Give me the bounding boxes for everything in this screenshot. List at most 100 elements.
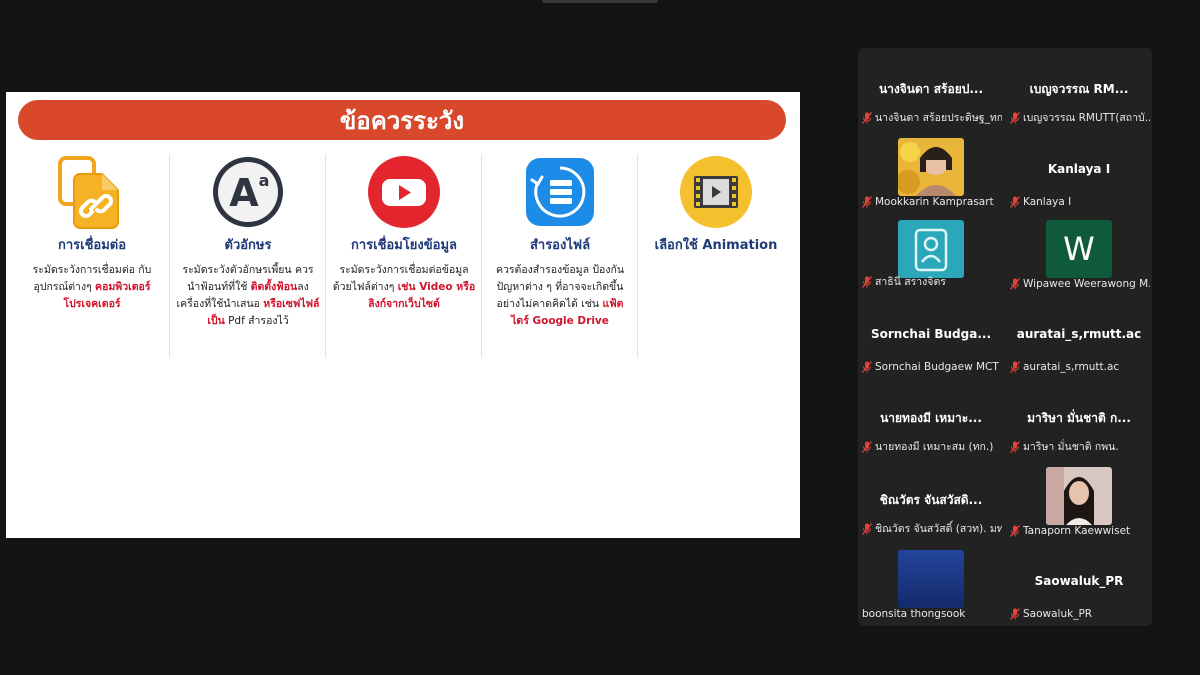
participant-name: Kanlaya I xyxy=(1023,196,1072,208)
participant-name: Wipawee Weerawong M... xyxy=(1023,278,1150,290)
mic-muted-icon xyxy=(1010,111,1020,124)
participant-tile[interactable]: นายทองมี เหมาะ... นายทองมี เหมาะสม (ทก.) xyxy=(858,377,1004,459)
participant-tile[interactable]: auratai_s,rmutt.ac auratai_s,rmutt.ac xyxy=(1006,295,1152,377)
participants-gallery: นางจินดา สร้อยป... นางจินดา สร้อยประดิษฐ… xyxy=(858,48,1152,626)
participant-display-name: นางจินดา สร้อยป... xyxy=(878,82,984,96)
mic-muted-icon xyxy=(1010,361,1020,373)
font-icon: A a xyxy=(213,157,283,227)
participant-tile[interactable]: Kanlaya I Kanlaya I xyxy=(1006,130,1152,212)
participant-label: Wipawee Weerawong M... xyxy=(1010,278,1150,290)
shared-slide: ข้อควรระวัง การเชื่อมต่อ ระมัดระวังการเช… xyxy=(6,92,800,538)
column-text: ระมัดระวังตัวอักษรเพี้ยน ควรนำฟ้อนท์ที่ใ… xyxy=(170,262,326,330)
participant-label: Kanlaya I xyxy=(1010,196,1071,208)
participant-label: นายทองมี เหมาะสม (ทก.) xyxy=(862,438,993,455)
participant-display-name: Kanlaya I xyxy=(1047,162,1111,176)
participant-label: เบญจวรรณ RMUTT(สถาบั... xyxy=(1010,109,1150,126)
participant-name: มาริษา มั่นชาติ กพน. xyxy=(1023,441,1119,453)
participant-name: Tanaporn Kaewwiset xyxy=(1023,525,1131,537)
participant-tile[interactable]: ชิณวัตร จันสวัสดิ... ชิณวัตร จันสวัสดิ์ … xyxy=(858,459,1004,541)
participant-name: boonsita thongsook xyxy=(862,608,966,620)
avatar-letter: W xyxy=(1063,230,1095,268)
participant-display-name: Sornchai Budga... xyxy=(870,327,992,341)
film-icon xyxy=(680,156,752,228)
mic-muted-icon xyxy=(1010,525,1020,537)
column-title: การเชื่อมโยงข้อมูล xyxy=(351,238,457,253)
text-highlight: ติดตั้งฟ้อน xyxy=(250,281,298,293)
avatar-photo-icon xyxy=(1046,467,1112,525)
participant-label: สาธินี สรางจิตร xyxy=(862,273,946,290)
participant-letter-avatar: W xyxy=(1046,220,1112,278)
column-text: ระมัดระวังการเชื่อมต่อ กับอุปกรณ์ต่างๆ ค… xyxy=(14,262,170,313)
participant-display-name: นายทองมี เหมาะ... xyxy=(880,411,982,425)
participant-video xyxy=(898,138,964,196)
participant-video xyxy=(1046,467,1112,525)
link-copy-icon xyxy=(58,156,119,229)
participant-display-name: มาริษา มั่นชาติ ก... xyxy=(1027,411,1131,425)
participant-label: Tanaporn Kaewwiset xyxy=(1010,525,1130,537)
participant-name: auratai_s,rmutt.ac xyxy=(1023,361,1120,373)
participant-tile[interactable]: เบญจวรรณ RM... เบญจวรรณ RMUTT(สถาบั... xyxy=(1006,48,1152,130)
participant-name: Sornchai Budgaew MCT xyxy=(875,361,999,373)
mic-muted-icon xyxy=(862,111,872,124)
mic-muted-icon xyxy=(862,275,872,288)
participant-name: นางจินดา สร้อยประดิษฐ_ทก. xyxy=(875,112,1002,124)
participant-tile[interactable]: Saowaluk_PR Saowaluk_PR xyxy=(1006,542,1152,624)
column-font: A a ตัวอักษร ระมัดระวังตัวอักษรเพี้ยน คว… xyxy=(170,154,326,360)
slide-title: ข้อควรระวัง xyxy=(339,106,465,135)
mic-muted-icon xyxy=(1010,196,1020,208)
participant-label: Sornchai Budgaew MCT xyxy=(862,361,999,373)
participant-tile[interactable]: Sornchai Budga... Sornchai Budgaew MCT xyxy=(858,295,1004,377)
participant-tile[interactable]: Tanaporn Kaewwiset xyxy=(1006,459,1152,541)
mic-muted-icon xyxy=(862,361,872,373)
column-title: ตัวอักษร xyxy=(224,238,272,253)
avatar-photo-icon xyxy=(898,138,964,196)
participant-label: มาริษา มั่นชาติ กพน. xyxy=(1010,438,1119,455)
column-title: สำรองไฟล์ xyxy=(529,238,591,253)
participant-label: Saowaluk_PR xyxy=(1010,608,1092,620)
participant-label: Mookkarin Kamprasart xyxy=(862,196,994,208)
column-title: การเชื่อมต่อ xyxy=(57,238,127,253)
column-text: ควรต้องสำรองข้อมูล ป้องกันปัญหาต่าง ๆ ที… xyxy=(482,262,638,330)
participant-display-name: auratai_s,rmutt.ac xyxy=(1016,327,1142,341)
text-normal: Pdf สำรองไว้ xyxy=(224,315,289,327)
participant-tile[interactable]: นางจินดา สร้อยป... นางจินดา สร้อยประดิษฐ… xyxy=(858,48,1004,130)
slide-columns: การเชื่อมต่อ ระมัดระวังการเชื่อมต่อ กับอ… xyxy=(14,154,794,360)
svg-text:a: a xyxy=(259,171,270,190)
participant-name: สาธินี สรางจิตร xyxy=(875,276,946,288)
participant-tile[interactable]: สาธินี สรางจิตร xyxy=(858,212,1004,294)
mic-muted-icon xyxy=(862,440,872,453)
participant-name: Mookkarin Kamprasart xyxy=(875,196,994,208)
person-placeholder-icon xyxy=(914,228,948,272)
participant-display-name: Saowaluk_PR xyxy=(1034,574,1124,588)
svg-text:A: A xyxy=(229,171,259,215)
column-data-link: การเชื่อมโยงข้อมูล ระมัดระวังการเชื่อมต่… xyxy=(326,154,482,360)
screen-share-tab[interactable] xyxy=(542,0,658,3)
mic-muted-icon xyxy=(862,196,872,208)
slide-banner: ข้อควรระวัง xyxy=(18,100,786,140)
participant-tile[interactable]: W Wipawee Weerawong M... xyxy=(1006,212,1152,294)
participant-label: boonsita thongsook xyxy=(862,608,965,620)
column-text: ระมัดระวังการเชื่อมต่อข้อมูล ด้วยไฟล์ต่า… xyxy=(326,262,482,313)
column-connection: การเชื่อมต่อ ระมัดระวังการเชื่อมต่อ กับอ… xyxy=(14,154,170,360)
mic-muted-icon xyxy=(1010,278,1020,290)
participant-name: ชิณวัตร จันสวัสดิ์ (สวท). มท... xyxy=(875,523,1002,535)
participant-label: นางจินดา สร้อยประดิษฐ_ทก. xyxy=(862,109,1002,126)
participant-name: Saowaluk_PR xyxy=(1023,608,1093,620)
participant-label: auratai_s,rmutt.ac xyxy=(1010,361,1119,373)
column-animation: เลือกใช้ Animation xyxy=(638,154,794,360)
participant-display-name: ชิณวัตร จันสวัสดิ... xyxy=(879,493,983,507)
column-title: เลือกใช้ Animation xyxy=(654,238,778,253)
participant-name: นายทองมี เหมาะสม (ทก.) xyxy=(875,441,994,453)
participant-label: ชิณวัตร จันสวัสดิ์ (สวท). มท... xyxy=(862,520,1002,537)
participant-tile[interactable]: มาริษา มั่นชาติ ก... มาริษา มั่นชาติ กพน… xyxy=(1006,377,1152,459)
participant-display-name: เบญจวรรณ RM... xyxy=(1029,82,1129,96)
blue-video-icon xyxy=(898,550,964,608)
mic-muted-icon xyxy=(1010,608,1020,620)
mic-muted-icon xyxy=(862,522,872,535)
participant-name: เบญจวรรณ RMUTT(สถาบั... xyxy=(1023,112,1150,124)
youtube-icon xyxy=(368,156,440,228)
participant-video xyxy=(898,220,964,278)
column-backup: สำรองไฟล์ ควรต้องสำรองข้อมูล ป้องกันปัญห… xyxy=(482,154,638,360)
participant-tile[interactable]: boonsita thongsook xyxy=(858,542,1004,624)
participant-tile[interactable]: Mookkarin Kamprasart xyxy=(858,130,1004,212)
